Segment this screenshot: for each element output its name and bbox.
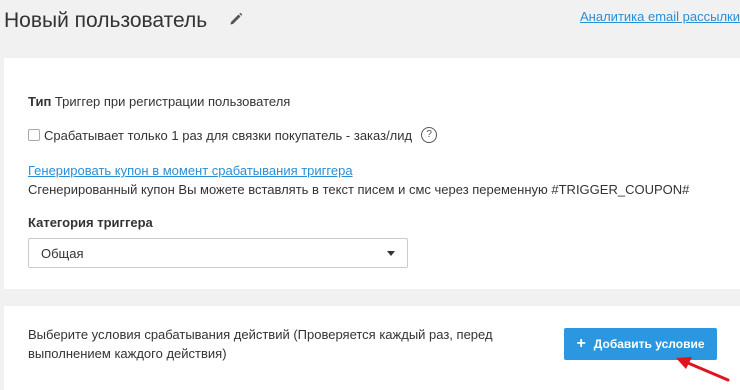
trigger-type-label: Тип [28,94,52,109]
conditions-description: Выберите условия срабатывания действий (… [28,327,493,361]
once-checkbox-label[interactable]: Срабатывает только 1 раз для связки поку… [44,128,412,143]
once-checkbox-row[interactable]: Срабатывает только 1 раз для связки поку… [28,126,438,144]
trigger-settings-panel: Тип Триггер при регистрации пользователя… [4,58,740,289]
help-icon[interactable]: ? [421,127,438,143]
pencil-icon[interactable] [229,12,243,26]
trigger-type-value: Триггер при регистрации пользователя [54,94,291,109]
category-label: Категория триггера [28,215,153,230]
once-checkbox[interactable] [28,129,40,141]
analytics-link[interactable]: Аналитика email рассылки [580,9,740,24]
plus-icon: + [576,335,586,352]
caret-down-icon [387,251,395,256]
coupon-note: Сгенерированный купон Вы можете вставлят… [28,182,690,197]
category-select-value: Общая [41,246,84,261]
add-condition-label: Добавить условие [593,337,705,351]
trigger-type-row: Тип Триггер при регистрации пользователя [28,94,290,109]
generate-coupon-link[interactable]: Генерировать купон в момент срабатывания… [28,163,353,178]
page-title: Новый пользователь [4,9,208,32]
conditions-panel: Выберите условия срабатывания действий (… [4,306,740,390]
red-arrow-icon [676,357,730,382]
category-select[interactable]: Общая [28,238,408,268]
